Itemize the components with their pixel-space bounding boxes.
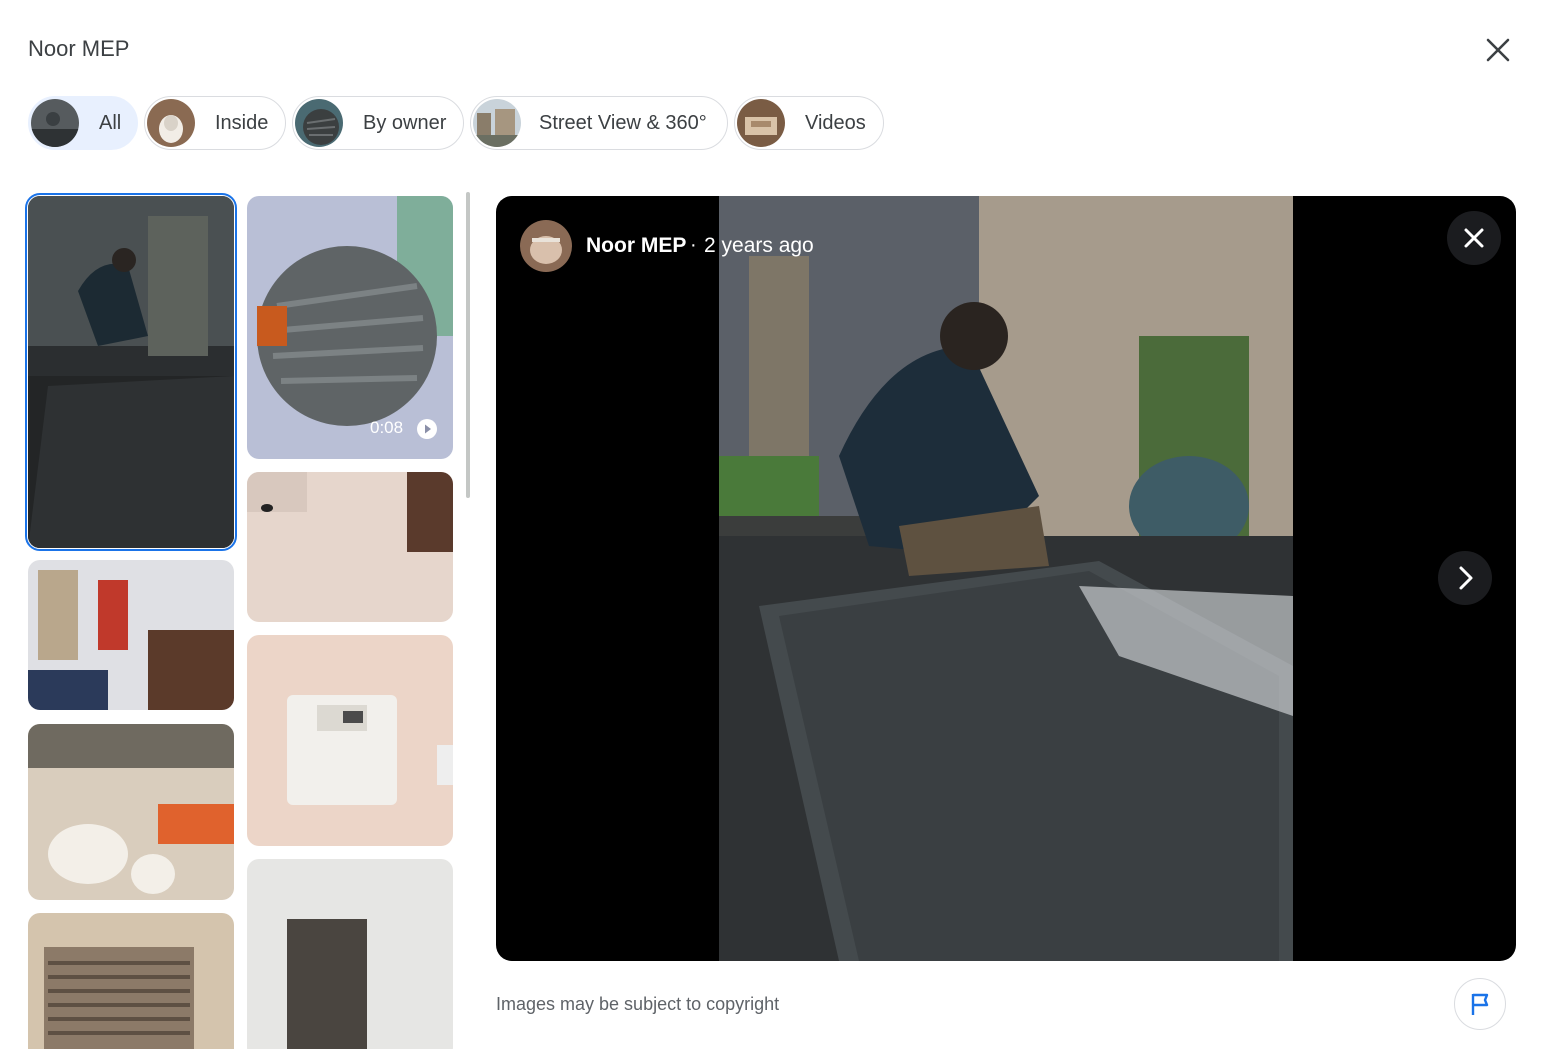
chip-street-view[interactable]: Street View & 360° [470,96,728,150]
chevron-right-icon [1459,566,1473,590]
chip-thumbnail [473,99,521,147]
photo-tile[interactable] [247,635,453,846]
chip-thumbnail [737,99,785,147]
page-title: Noor MEP [28,36,130,61]
photo-tile[interactable] [247,472,453,622]
photo-tile[interactable] [28,560,234,710]
close-icon[interactable] [1480,32,1516,68]
author-name[interactable]: Noor MEP [586,234,686,258]
close-icon [1464,228,1484,248]
viewer-close-button[interactable] [1447,211,1501,265]
avatar[interactable] [520,220,572,272]
photo-grid: 0:08 [24,192,464,1049]
flag-icon [1471,993,1489,1015]
copyright-notice: Images may be subject to copyright [496,994,780,1014]
video-duration: 0:08 [370,418,404,437]
chip-thumbnail [147,99,195,147]
chip-thumbnail [295,99,343,147]
play-icon [417,419,437,439]
chip-label: Street View & 360° [539,112,707,134]
chip-thumbnail [31,99,79,147]
chip-label: All [99,112,122,134]
chip-label: Inside [215,112,269,134]
chip-videos[interactable]: Videos [734,96,884,150]
video-tile[interactable]: 0:08 [247,196,453,459]
main-photo [719,196,1293,961]
photo-tile[interactable] [28,913,234,1049]
chip-label: By owner [363,112,447,134]
chip-label: Videos [805,112,866,134]
grid-scrollbar[interactable] [466,192,470,498]
photo-tile[interactable] [247,859,453,1049]
separator-dot: · [690,234,697,256]
photo-viewer: Noor MEP · 2 years ago [496,196,1516,961]
photo-tile[interactable] [28,724,234,900]
photo-tile-selected[interactable] [25,193,237,551]
report-button[interactable] [1454,978,1506,1030]
upload-time: 2 years ago [704,234,814,257]
chip-by-owner[interactable]: By owner [292,96,464,150]
chip-inside[interactable]: Inside [144,96,286,150]
next-photo-button[interactable] [1438,551,1492,605]
chip-all[interactable]: All [28,96,138,150]
